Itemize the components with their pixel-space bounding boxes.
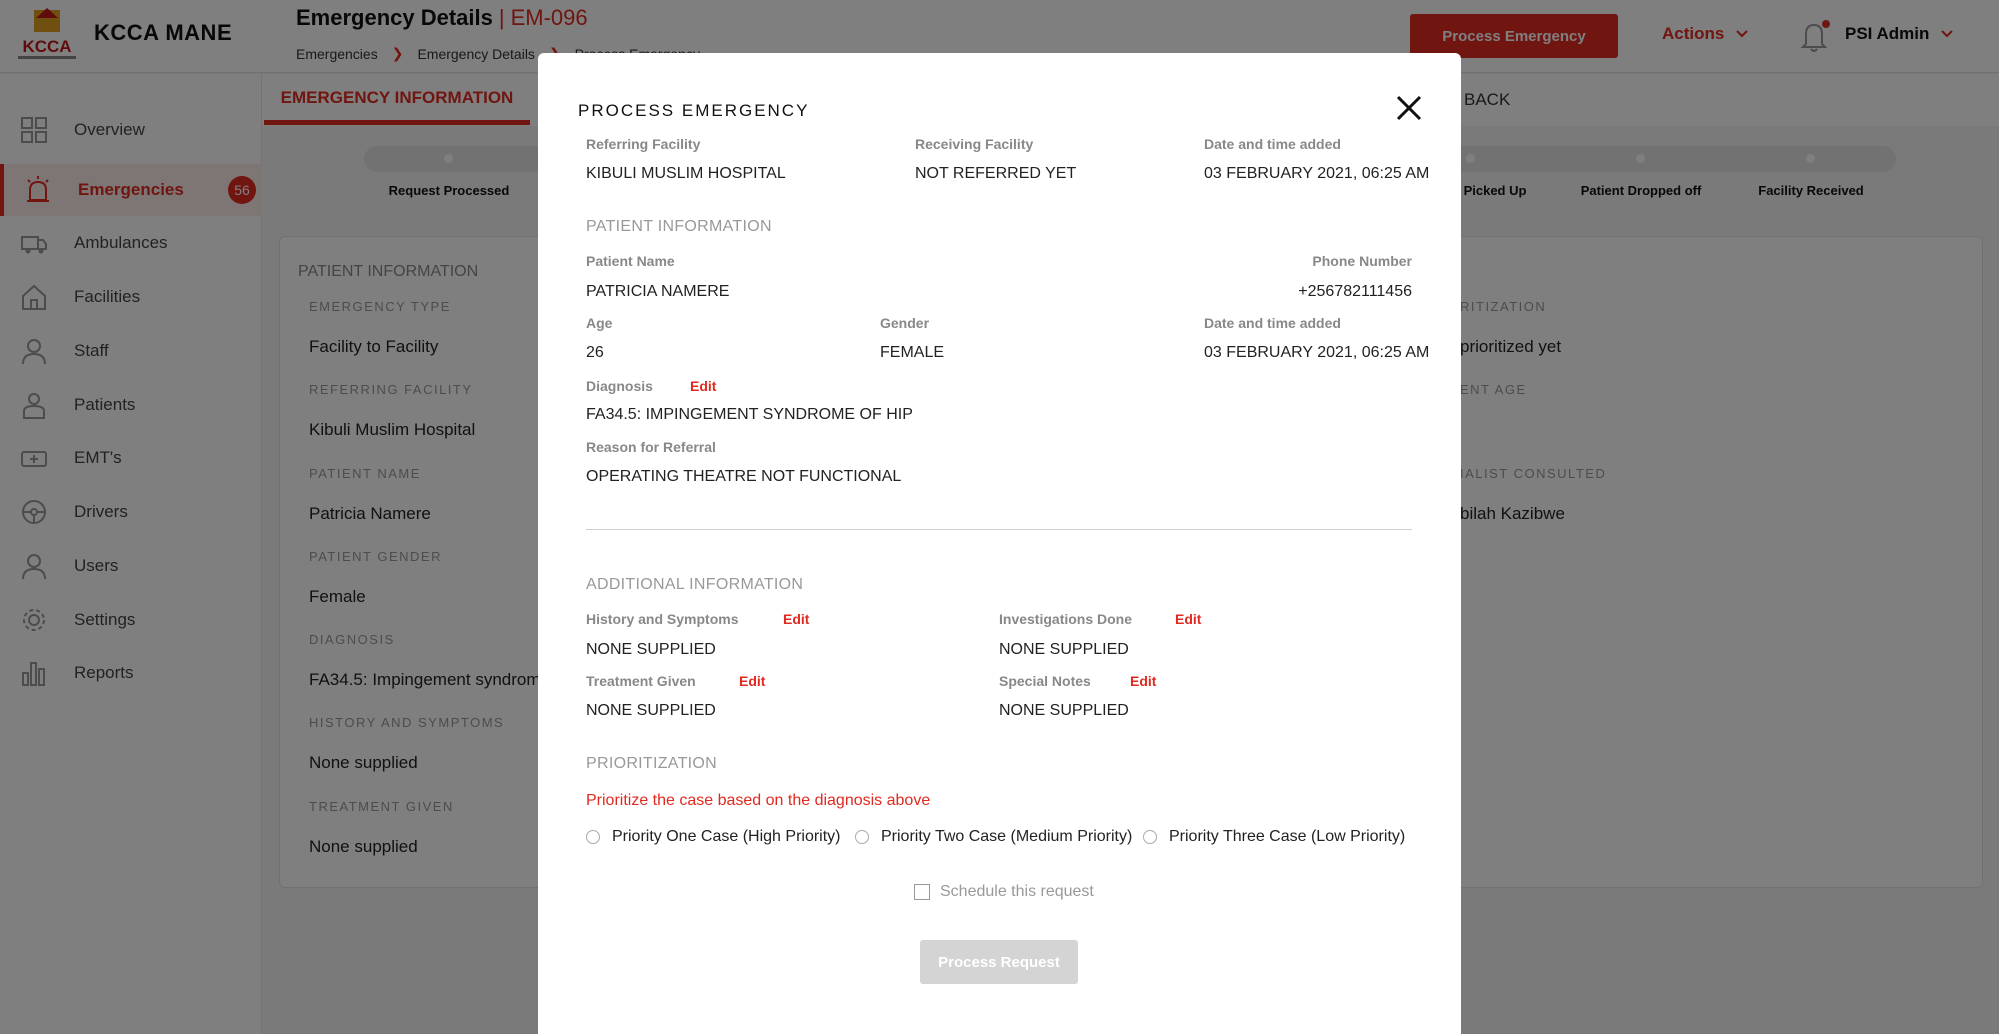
history-value: NONE SUPPLIED bbox=[586, 641, 716, 658]
history-label: History and Symptoms bbox=[586, 611, 739, 627]
date-added-value: 03 FEBRUARY 2021, 06:25 AM bbox=[1204, 165, 1430, 182]
receiving-facility-value: NOT REFERRED YET bbox=[915, 165, 1077, 182]
investigations-label: Investigations Done bbox=[999, 611, 1133, 627]
edit-notes-link[interactable]: Edit bbox=[1130, 673, 1156, 689]
edit-history-link[interactable]: Edit bbox=[783, 611, 809, 627]
patient-date-value: 03 FEBRUARY 2021, 06:25 AM bbox=[1204, 344, 1430, 361]
radio-button[interactable] bbox=[586, 830, 600, 844]
priority-three-label: Priority Three Case (Low Priority) bbox=[1169, 828, 1406, 845]
patient-date-label: Date and time added bbox=[1204, 315, 1341, 331]
treatment-value: NONE SUPPLIED bbox=[586, 702, 716, 719]
edit-diagnosis-link[interactable]: Edit bbox=[690, 378, 716, 394]
priority-two-option[interactable]: Priority Two Case (Medium Priority) bbox=[855, 828, 1132, 846]
reason-value: OPERATING THEATRE NOT FUNCTIONAL bbox=[586, 468, 902, 485]
notes-label: Special Notes bbox=[999, 673, 1091, 689]
edit-investigations-link[interactable]: Edit bbox=[1175, 611, 1201, 627]
patient-information-section: PATIENT INFORMATION bbox=[586, 218, 772, 235]
edit-treatment-link[interactable]: Edit bbox=[739, 673, 765, 689]
reason-label: Reason for Referral bbox=[586, 439, 716, 455]
patient-name-label: Patient Name bbox=[586, 253, 675, 269]
priority-two-label: Priority Two Case (Medium Priority) bbox=[881, 828, 1133, 845]
diagnosis-label: Diagnosis bbox=[586, 378, 653, 394]
referring-facility-value: KIBULI MUSLIM HOSPITAL bbox=[586, 165, 786, 182]
prioritization-section: PRIORITIZATION bbox=[586, 755, 718, 772]
phone-number-label: Phone Number bbox=[1312, 253, 1412, 269]
priority-three-option[interactable]: Priority Three Case (Low Priority) bbox=[1143, 828, 1405, 846]
notes-value: NONE SUPPLIED bbox=[999, 702, 1129, 719]
patient-name-value: PATRICIA NAMERE bbox=[586, 283, 730, 300]
age-value: 26 bbox=[586, 344, 604, 361]
priority-one-option[interactable]: Priority One Case (High Priority) bbox=[586, 828, 841, 846]
priority-one-label: Priority One Case (High Priority) bbox=[612, 828, 841, 845]
referring-facility-label: Referring Facility bbox=[586, 136, 701, 152]
receiving-facility-label: Receiving Facility bbox=[915, 136, 1034, 152]
section-divider bbox=[586, 529, 1412, 530]
gender-label: Gender bbox=[880, 315, 930, 331]
process-request-button[interactable]: Process Request bbox=[920, 940, 1078, 984]
investigations-value: NONE SUPPLIED bbox=[999, 641, 1129, 658]
diagnosis-value: FA34.5: IMPINGEMENT SYNDROME OF HIP bbox=[586, 406, 913, 423]
modal-title: PROCESS EMERGENCY bbox=[578, 101, 810, 120]
close-icon[interactable] bbox=[1392, 91, 1426, 125]
age-label: Age bbox=[586, 315, 613, 331]
treatment-label: Treatment Given bbox=[586, 673, 696, 689]
process-emergency-modal: PROCESS EMERGENCY Referring Facility KIB… bbox=[538, 53, 1461, 1034]
prioritization-prompt: Prioritize the case based on the diagnos… bbox=[586, 792, 931, 809]
schedule-checkbox[interactable] bbox=[914, 884, 930, 900]
radio-button[interactable] bbox=[855, 830, 869, 844]
radio-button[interactable] bbox=[1143, 830, 1157, 844]
schedule-label: Schedule this request bbox=[940, 883, 1094, 900]
date-added-label: Date and time added bbox=[1204, 136, 1341, 152]
additional-information-section: ADDITIONAL INFORMATION bbox=[586, 576, 804, 593]
schedule-request-option[interactable]: Schedule this request bbox=[914, 883, 1094, 901]
gender-value: FEMALE bbox=[880, 344, 945, 361]
phone-number-value: +256782111456 bbox=[1298, 283, 1412, 300]
